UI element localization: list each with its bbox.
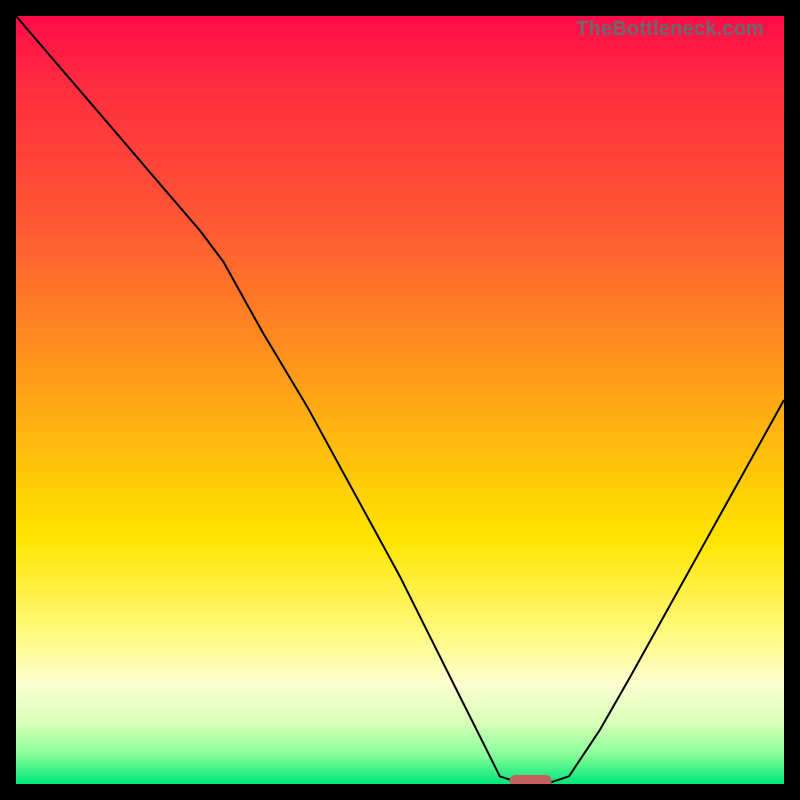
chart-gradient-plot: TheBottleneck.com	[16, 16, 784, 784]
curve-line	[16, 16, 784, 784]
bottleneck-curve	[16, 16, 784, 784]
optimum-marker	[510, 775, 552, 784]
chart-frame: TheBottleneck.com	[0, 0, 800, 800]
